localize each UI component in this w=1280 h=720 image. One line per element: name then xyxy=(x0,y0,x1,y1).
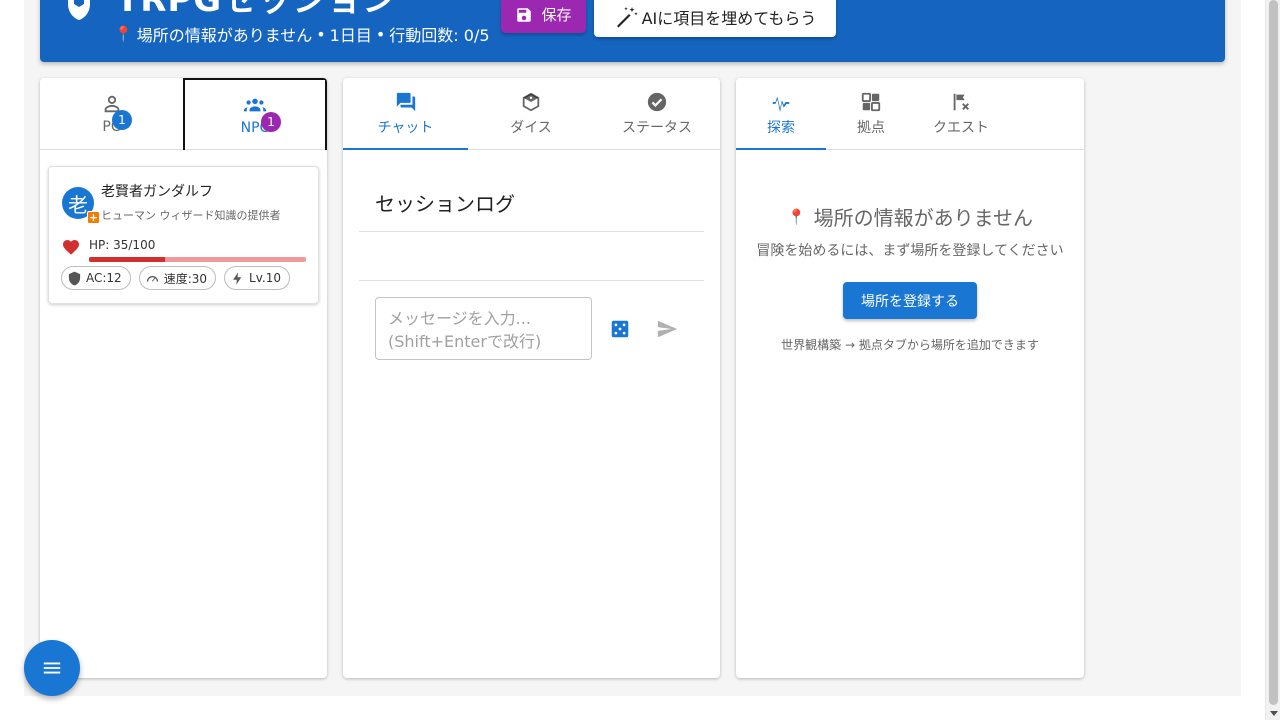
hp-bar xyxy=(89,257,306,262)
menu-icon xyxy=(43,662,61,674)
location-pin-icon: 📍 xyxy=(786,207,806,226)
ac-chip: AC:12 xyxy=(61,266,131,290)
tab-label: チャット xyxy=(377,120,434,136)
group-icon xyxy=(244,98,266,112)
send-button[interactable] xyxy=(655,318,679,340)
npc-type-badge: + xyxy=(87,211,100,224)
location-pin-icon: 📍 xyxy=(114,25,133,43)
page-title: TRPGセッション xyxy=(116,0,398,20)
npc-name: 老賢者ガンダルフ xyxy=(101,184,213,200)
dice-icon xyxy=(522,92,540,112)
shield-icon xyxy=(68,271,81,285)
quest-icon xyxy=(953,93,969,111)
shield-logo-icon xyxy=(68,0,90,20)
separator: • xyxy=(375,24,386,44)
empty-state-title: 📍 場所の情報がありません xyxy=(736,202,1084,231)
empty-title-text: 場所の情報がありません xyxy=(813,206,1034,230)
magic-wand-icon xyxy=(616,6,638,27)
separator: • xyxy=(316,24,326,44)
tab-status[interactable]: ステータス xyxy=(594,78,720,150)
scroll-down-icon[interactable] xyxy=(1270,711,1278,716)
check-circle-icon xyxy=(647,92,667,112)
world-panel: 探索 拠点 クエスト 📍 場所の情報がありません 冒険を始めるには、まず場所を登… xyxy=(736,78,1084,678)
tab-dice[interactable]: ダイス xyxy=(468,78,594,150)
hp-bar-fill xyxy=(89,257,165,262)
placeholder-line: メッセージを入力... xyxy=(388,309,531,328)
tab-pc[interactable]: PC 1 xyxy=(40,78,183,150)
register-location-button[interactable]: 場所を登録する xyxy=(843,282,977,319)
menu-fab[interactable] xyxy=(24,640,80,696)
pc-count-badge: 1 xyxy=(112,110,132,130)
speedometer-icon xyxy=(146,275,158,282)
tab-base[interactable]: 拠点 xyxy=(826,78,916,150)
speed-value: 速度:30 xyxy=(163,271,208,286)
npc-subtitle: ヒューマン ウィザード知識の提供者 xyxy=(101,209,281,222)
level-chip: Lv.10 xyxy=(224,266,290,290)
npc-count-badge: 1 xyxy=(261,112,281,132)
session-header: TRPGセッション 📍 場所の情報がありません • 1日目 • 行動回数: 0/… xyxy=(40,0,1225,62)
session-status: 📍 場所の情報がありません • 1日目 • 行動回数: 0/5 xyxy=(114,22,490,46)
ac-value: AC:12 xyxy=(86,271,122,285)
day-text: 1日目 xyxy=(329,26,372,45)
save-label: 保存 xyxy=(541,6,572,24)
character-tabs: PC 1 NPC 1 xyxy=(40,78,327,150)
tab-explore[interactable]: 探索 xyxy=(736,78,826,150)
speed-chip: 速度:30 xyxy=(138,266,217,290)
save-button[interactable]: 保存 xyxy=(501,0,586,33)
tab-quest[interactable]: クエスト xyxy=(916,78,1006,150)
divider xyxy=(359,231,704,232)
tab-indicator xyxy=(343,148,468,150)
tab-label: 拠点 xyxy=(857,120,885,136)
empty-state-hint: 世界観構築 → 拠点タブから場所を追加できます xyxy=(781,338,1039,352)
tab-label: ステータス xyxy=(622,120,692,136)
empty-state-description: 冒険を始めるには、まず場所を登録してください xyxy=(756,243,1064,259)
npc-card[interactable]: 老 + 老賢者ガンダルフ ヒューマン ウィザード知識の提供者 HP: 35/10… xyxy=(48,166,319,304)
tab-label: クエスト xyxy=(933,120,989,136)
world-tabs: 探索 拠点 クエスト xyxy=(736,78,1084,150)
message-input[interactable]: メッセージを入力... (Shift+Enterで改行) xyxy=(375,297,592,360)
tab-label: 探索 xyxy=(767,120,795,136)
heart-icon xyxy=(63,240,79,255)
chat-panel: チャット ダイス ステータス セッションログ メッセージを入力... (Shif… xyxy=(343,78,720,678)
ai-fill-button[interactable]: AIに項目を埋めてもらう xyxy=(594,0,836,37)
explore-icon xyxy=(772,96,790,113)
character-panel: PC 1 NPC 1 老 + 老賢者ガンダルフ ヒューマン ウィザード知識の提供… xyxy=(40,78,327,678)
tab-indicator xyxy=(736,148,826,150)
save-icon xyxy=(517,7,532,22)
lightning-icon xyxy=(233,271,242,285)
chat-tabs: チャット ダイス ステータス xyxy=(343,78,720,150)
level-value: Lv.10 xyxy=(249,271,281,285)
scrollbar-thumb[interactable] xyxy=(1269,0,1278,705)
tab-chat[interactable]: チャット xyxy=(343,78,468,150)
placeholder-line: (Shift+Enterで改行) xyxy=(388,332,542,351)
grid-icon xyxy=(861,92,881,112)
location-text: 場所の情報がありません xyxy=(136,26,313,45)
hp-text: HP: 35/100 xyxy=(89,238,156,252)
session-log-title: セッションログ xyxy=(375,192,515,216)
forum-icon xyxy=(396,92,415,112)
actions-count: 行動回数: 0/5 xyxy=(389,26,490,45)
ai-fill-label: AIに項目を埋めてもらう xyxy=(641,8,817,28)
tab-npc[interactable]: NPC 1 xyxy=(183,78,327,150)
dice-roll-button[interactable] xyxy=(609,318,631,340)
divider xyxy=(359,280,704,281)
npc-stats: AC:12 速度:30 Lv.10 xyxy=(61,266,290,290)
scrollbar[interactable] xyxy=(1265,0,1280,720)
tab-label: ダイス xyxy=(510,120,552,136)
